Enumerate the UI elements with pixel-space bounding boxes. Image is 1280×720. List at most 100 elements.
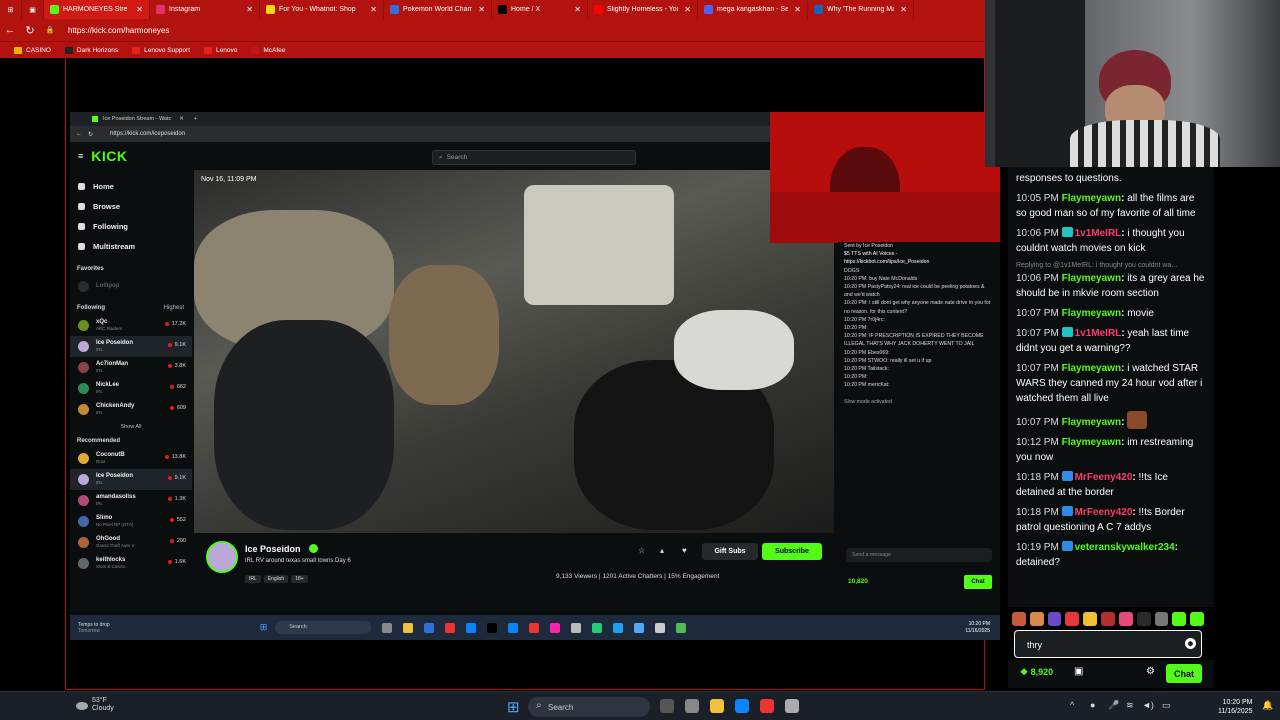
- streamer-avatar[interactable]: [206, 541, 238, 573]
- inner-reload-icon[interactable]: ↻: [88, 131, 100, 138]
- emote-icon[interactable]: [1029, 612, 1044, 626]
- wifi-icon[interactable]: ≋: [1126, 700, 1134, 711]
- nav-multistream[interactable]: Multistream: [70, 236, 192, 256]
- chat-message[interactable]: 10:18 PM MrFeeny420: !!ts Ice detained a…: [1008, 470, 1214, 500]
- channel-points[interactable]: ❖ 8,920: [1020, 667, 1053, 678]
- chat-message[interactable]: 10:12 PM Flaymeyawn: im restreaming you …: [1008, 435, 1214, 465]
- tab-close-icon[interactable]: ✕: [370, 5, 377, 14]
- inner-app-icon[interactable]: [655, 622, 666, 633]
- inner-tab-title[interactable]: Ice Poseidon Stream - Watc: [103, 116, 171, 122]
- inner-app-icon[interactable]: [571, 622, 582, 633]
- message-username[interactable]: MrFeeny420: [1075, 507, 1133, 518]
- inner-app-icon[interactable]: [592, 622, 603, 633]
- message-username[interactable]: Flaymeyawn: [1062, 437, 1121, 448]
- chat-message[interactable]: 10:06 PM Flaymeyawn: its a grey area he …: [1008, 271, 1214, 301]
- gift-subs-button[interactable]: Gift Subs: [702, 543, 758, 560]
- tab-close-icon[interactable]: ✕: [478, 5, 485, 14]
- bookmark-mcafee[interactable]: McAfee: [251, 46, 285, 54]
- gift-icon[interactable]: ▣: [1074, 666, 1083, 677]
- browser-tab[interactable]: Why 'The Running Man' ✕: [808, 0, 914, 19]
- windows-start-icon[interactable]: ⊞: [507, 698, 520, 716]
- inner-search-input[interactable]: ⌕ Search: [432, 150, 636, 165]
- emote-icon[interactable]: [1172, 612, 1187, 626]
- nav-home[interactable]: Home: [70, 176, 192, 196]
- weather-widget[interactable]: 53°F Cloudy: [92, 697, 114, 713]
- url-field[interactable]: https://kick.com/harmoneyes: [68, 26, 169, 35]
- tab-close-icon[interactable]: ✕: [246, 5, 253, 14]
- channel-item[interactable]: Ac7ionMan IRL 3.8K: [70, 357, 192, 378]
- emote-icon[interactable]: [1012, 612, 1026, 626]
- message-username[interactable]: 1v1MeIRL: [1075, 328, 1122, 339]
- channel-item[interactable]: keithlocks Slots & Casino 1.6K: [70, 553, 192, 574]
- taskbar-app-icon[interactable]: [660, 699, 674, 713]
- inner-app-icon[interactable]: [508, 622, 519, 633]
- window-menu-icon[interactable]: ⊞: [0, 0, 22, 19]
- inner-app-icon[interactable]: [550, 622, 561, 633]
- browser-tab[interactable]: Slightly Homeless - YouT ✕: [588, 0, 698, 19]
- tab-close-icon[interactable]: ✕: [574, 5, 581, 14]
- tab-close-icon[interactable]: ✕: [900, 5, 907, 14]
- tab-close-icon[interactable]: ✕: [136, 5, 143, 14]
- nav-browse[interactable]: Browse: [70, 196, 192, 216]
- streamer-name[interactable]: Ice Poseidon: [245, 544, 301, 554]
- channel-item[interactable]: amandasoliss IRL 1.3K: [70, 490, 192, 511]
- subscribe-button[interactable]: Subscribe: [762, 543, 822, 560]
- chat-message[interactable]: 10:07 PM Flaymeyawn: movie: [1008, 306, 1214, 321]
- favorite-item[interactable]: Lollipop: [70, 276, 192, 297]
- message-username[interactable]: 1v1MeIRL: [1075, 228, 1122, 239]
- channel-item[interactable]: Slimo No Pixel RP (GTA) 552: [70, 511, 192, 532]
- taskbar-app-icon[interactable]: [710, 699, 724, 713]
- emoji-picker-icon[interactable]: ☻: [1185, 638, 1196, 649]
- message-username[interactable]: MrFeeny420: [1075, 472, 1133, 483]
- browser-tab[interactable]: Pokemon World Champi ✕: [384, 0, 492, 19]
- bookmark-lenovo[interactable]: Lenovo: [204, 46, 237, 54]
- taskbar-app-icon[interactable]: [685, 699, 699, 713]
- emote-icon[interactable]: [1118, 612, 1133, 626]
- microphone-icon[interactable]: 🎤: [1108, 700, 1119, 711]
- chat-message[interactable]: 10:19 PM veteranskywalker234: detained?: [1008, 540, 1214, 570]
- channel-item[interactable]: NickLee IRL 662: [70, 378, 192, 399]
- inner-send-message-input[interactable]: Send a message: [846, 548, 992, 562]
- taskbar-app-icon[interactable]: [760, 699, 774, 713]
- message-username[interactable]: Flaymeyawn: [1062, 273, 1121, 284]
- chat-message[interactable]: 10:05 PM Flaymeyawn: all the films are s…: [1008, 191, 1214, 221]
- inner-url-field[interactable]: https://kick.com/iceposeidon: [110, 131, 185, 137]
- settings-gear-icon[interactable]: ⚙: [1146, 666, 1155, 677]
- inner-start-icon[interactable]: ⊞: [260, 622, 268, 633]
- emote-icon[interactable]: [1083, 612, 1098, 626]
- chat-message[interactable]: 10:06 PM 1v1MeIRL: i thought you couldnt…: [1008, 226, 1214, 256]
- volume-icon[interactable]: ◄): [1142, 700, 1154, 710]
- browser-tab[interactable]: Instagram ✕: [150, 0, 260, 19]
- emote-icon[interactable]: [1154, 612, 1169, 626]
- inner-app-icon[interactable]: [382, 622, 393, 633]
- emote-icon[interactable]: [1136, 612, 1151, 626]
- inner-app-icon[interactable]: [487, 622, 498, 633]
- chat-message[interactable]: 10:18 PM MrFeeny420: !!ts Border patrol …: [1008, 505, 1214, 535]
- heart-icon[interactable]: ♥: [682, 546, 687, 555]
- tray-icon[interactable]: ●: [1090, 700, 1095, 710]
- inner-app-icon[interactable]: [424, 622, 435, 633]
- inner-app-icon[interactable]: [466, 622, 477, 633]
- message-username[interactable]: Flaymeyawn: [1062, 308, 1121, 319]
- chevron-up-icon[interactable]: ^: [1070, 700, 1074, 710]
- inner-points-counter[interactable]: 10,820: [848, 578, 868, 586]
- channel-item[interactable]: CoconutB Rust 13.8K: [70, 448, 192, 469]
- channel-item[interactable]: xQc ARC Raiders 17.2K: [70, 315, 192, 336]
- browser-tab[interactable]: Home / X ✕: [492, 0, 588, 19]
- inner-taskbar-search[interactable]: Search: [275, 621, 372, 634]
- taskbar-clock[interactable]: 10:20 PM 11/16/2025: [1218, 698, 1253, 716]
- channel-item[interactable]: Ice Poseidon IRL 9.1K: [70, 336, 192, 357]
- emote-icon[interactable]: [1101, 612, 1115, 626]
- sort-dropdown[interactable]: Highest: [164, 305, 184, 311]
- inner-app-icon[interactable]: [529, 622, 540, 633]
- inner-chat-button[interactable]: Chat: [964, 575, 992, 589]
- message-username[interactable]: Flaymeyawn: [1062, 193, 1121, 204]
- inner-back-icon[interactable]: ←: [76, 131, 88, 137]
- channel-item[interactable]: OhGood Grand Theft Auto V 200: [70, 532, 192, 553]
- video-player[interactable]: Nov 16, 11:09 PM: [194, 170, 834, 533]
- bookmark-lenovo-support[interactable]: Lenovo Support: [132, 46, 190, 54]
- channel-item[interactable]: Ice Poseidon IRL 9.1K: [70, 469, 192, 490]
- chat-message[interactable]: 10:07 PM Flaymeyawn: i watched STAR WARS…: [1008, 361, 1214, 406]
- nav-following[interactable]: Following: [70, 216, 192, 236]
- message-username[interactable]: Flaymeyawn: [1062, 363, 1121, 374]
